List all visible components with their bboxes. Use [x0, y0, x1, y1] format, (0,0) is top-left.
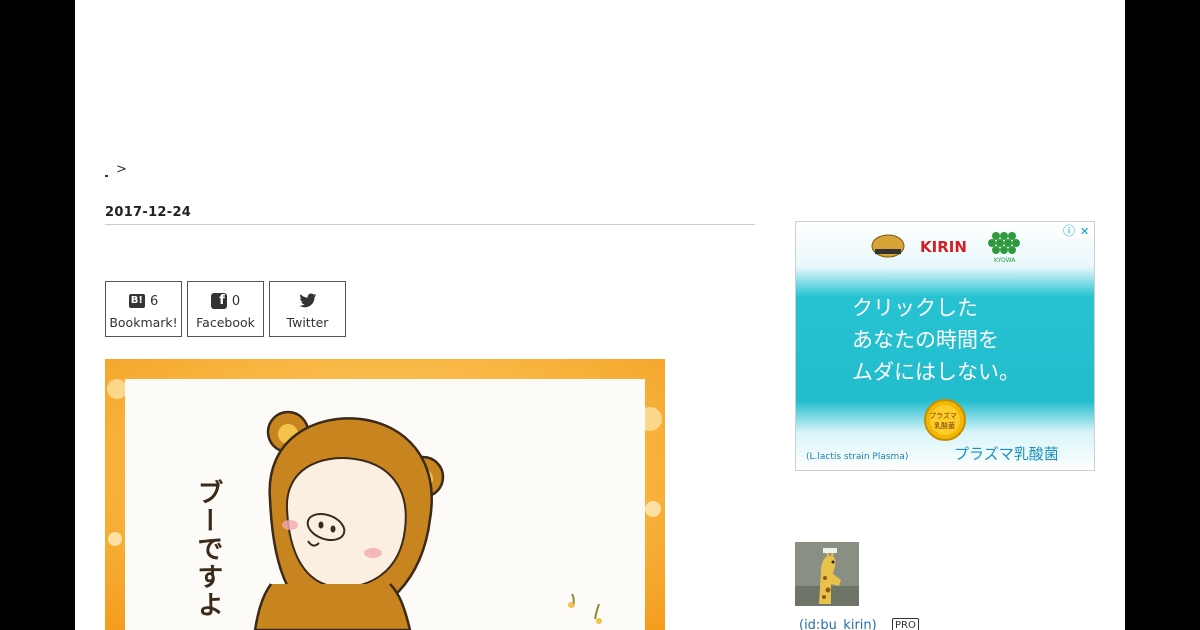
twitter-label: Twitter [286, 315, 329, 330]
breadcrumb-separator: > [116, 162, 127, 177]
advertisement-banner[interactable]: KIRIN KYOWA クリックした あなたの時間を ムダにはしない。 プラズマ… [795, 221, 1095, 471]
ad-info-icon: ⓘ [1063, 224, 1075, 238]
ad-brand: KIRIN [920, 238, 967, 256]
facebook-label: Facebook [196, 315, 255, 330]
facebook-share-button[interactable]: 0 Facebook [187, 281, 264, 337]
ad-footer-jp: プラズマ乳酸菌 [954, 445, 1059, 463]
article-illustration[interactable]: ブーですよ [105, 359, 665, 630]
ad-badge-line1: プラズマ [929, 411, 957, 420]
ad-badge-line2: 乳酸菌 [934, 421, 955, 430]
facebook-count: 0 [231, 293, 241, 309]
twitter-icon [298, 293, 316, 308]
header-divider [105, 224, 755, 225]
ad-partner: KYOWA [994, 257, 1016, 264]
ad-headline-2: あなたの時間を [852, 328, 999, 352]
author-id-link[interactable]: (id:bu_kirin) [799, 618, 877, 630]
ad-headline-3: ムダにはしない。 [852, 360, 1020, 384]
page-container: > 2017-12-24 B! 6 Bookmark! 0 Facebook T… [75, 0, 1125, 630]
bookmark-count: 6 [149, 293, 159, 309]
entry-date[interactable]: 2017-12-24 [105, 205, 191, 220]
bookmark-label: Bookmark! [109, 315, 178, 330]
facebook-icon [210, 293, 227, 309]
hatena-bookmark-button[interactable]: B! 6 Bookmark! [105, 281, 182, 337]
ad-close-icon: ✕ [1080, 225, 1089, 238]
ad-footer-latin: (L.lactis strain Plasma) [806, 452, 908, 462]
breadcrumb-home-link[interactable] [105, 175, 108, 177]
hatena-bookmark-icon: B! [128, 294, 145, 308]
pro-badge: PRO [892, 618, 919, 630]
breadcrumb: > [105, 162, 127, 177]
twitter-share-button[interactable]: Twitter [269, 281, 346, 337]
kyowa-logo-icon [988, 232, 1020, 254]
illustration-caption: ブーですよ [193, 478, 223, 619]
ad-headline-1: クリックした [852, 296, 978, 320]
author-avatar[interactable] [795, 542, 859, 606]
